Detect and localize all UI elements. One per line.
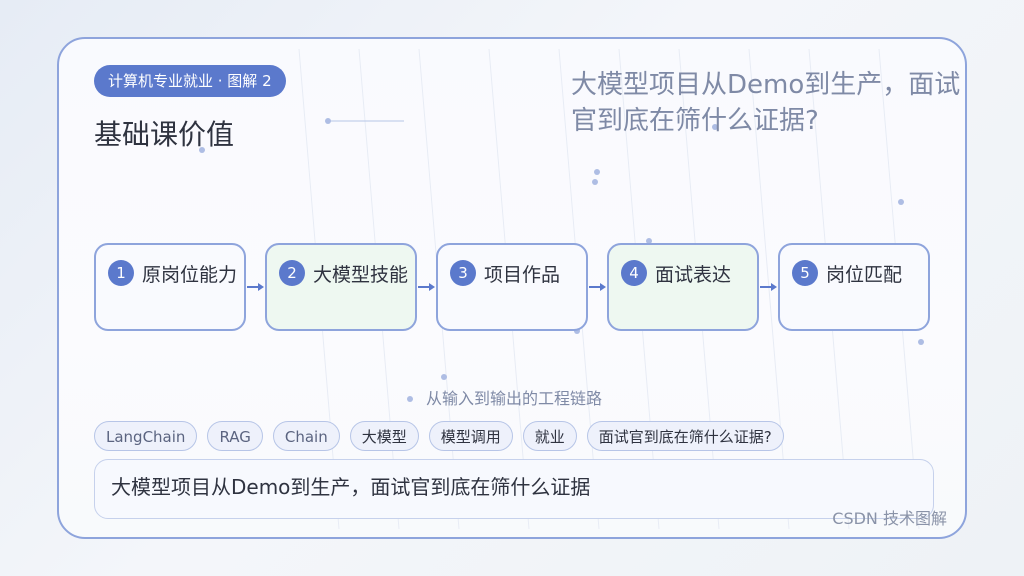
- step-5: 5 岗位匹配: [778, 243, 930, 331]
- tag-chip: LangChain: [94, 421, 198, 451]
- headline: 大模型项目从Demo到生产，面试官到底在筛什么证据?: [571, 70, 961, 136]
- tag-chip: 就业: [522, 421, 577, 451]
- source-footer: CSDN 技术图解: [832, 509, 947, 528]
- tag-chip: 模型调用: [428, 421, 513, 451]
- tag-chip: 面试官到底在筛什么证据?: [586, 421, 784, 451]
- category-badge: 计算机专业就业 · 图解 2: [94, 65, 286, 97]
- step-label: 面试表达: [655, 264, 732, 286]
- step-1: 1 原岗位能力: [94, 243, 246, 331]
- flow-caption: 从输入到输出的工程链路: [425, 389, 602, 408]
- summary-box: 大模型项目从Demo到生产，面试官到底在筛什么证据: [94, 459, 934, 519]
- arrow-right-icon: [247, 283, 264, 291]
- arrow-right-icon: [760, 283, 777, 291]
- tag-chip: 大模型: [349, 421, 419, 451]
- step-number-badge: 4: [621, 260, 647, 286]
- step-3: 3 项目作品: [436, 243, 588, 331]
- step-number-badge: 2: [279, 260, 305, 286]
- arrow-right-icon: [589, 283, 606, 291]
- step-label: 原岗位能力: [142, 264, 238, 286]
- infographic-card: 计算机专业就业 · 图解 2 基础课价值 大模型项目从Demo到生产，面试官到底…: [57, 37, 967, 539]
- step-4: 4 面试表达: [607, 243, 759, 331]
- step-label: 项目作品: [484, 264, 561, 286]
- flow-steps: 1 原岗位能力 2 大模型技能 3 项目作品 4 面试表达 5 岗位匹配: [94, 243, 934, 333]
- tag-chip: RAG: [207, 421, 263, 451]
- step-label: 大模型技能: [313, 264, 409, 286]
- tag-chip: Chain: [272, 421, 340, 451]
- step-number-badge: 5: [792, 260, 818, 286]
- step-number-badge: 1: [108, 260, 134, 286]
- tag-list: LangChain RAG Chain 大模型 模型调用 就业 面试官到底在筛什…: [94, 421, 784, 451]
- arrow-right-icon: [418, 283, 435, 291]
- section-title: 基础课价值: [94, 118, 235, 151]
- step-number-badge: 3: [450, 260, 476, 286]
- step-2: 2 大模型技能: [265, 243, 417, 331]
- step-label: 岗位匹配: [826, 264, 903, 286]
- canvas: 计算机专业就业 · 图解 2 基础课价值 大模型项目从Demo到生产，面试官到底…: [0, 0, 1024, 576]
